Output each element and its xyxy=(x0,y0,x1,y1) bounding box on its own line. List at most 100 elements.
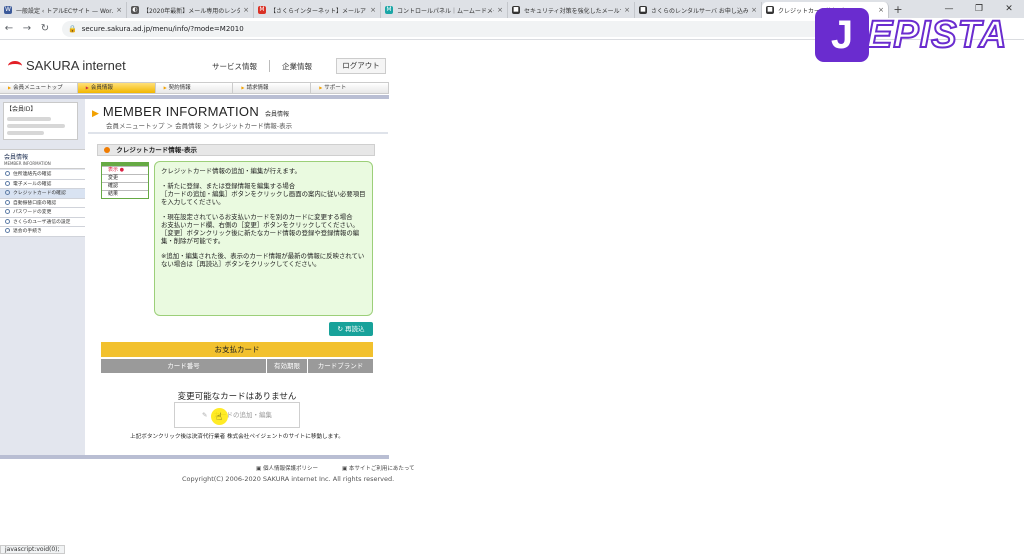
url-text: secure.sakura.ad.jp/menu/info/?mode=M201… xyxy=(81,24,244,33)
jepista-logo: J EPISTA xyxy=(815,8,1010,62)
terms-link[interactable]: ▣ 本サイトご利用にあたって xyxy=(342,464,427,472)
reload-icon[interactable]: ↻ xyxy=(36,23,54,34)
section-bullet-icon xyxy=(104,147,110,153)
browser-status-bar: javascript:void(0); xyxy=(0,545,65,554)
redacted-line xyxy=(7,117,51,121)
pencil-icon: ✎ xyxy=(201,411,208,419)
reload-button[interactable]: ↻ 再読込 xyxy=(329,322,373,336)
page-title-ja: 会員情報 xyxy=(265,111,290,118)
forward-icon[interactable]: → xyxy=(18,23,36,34)
sidebar-item-label: 退会の手続き xyxy=(13,229,42,234)
payment-card-title: お支払カード xyxy=(101,342,373,357)
tab-favicon-icon: W xyxy=(4,6,12,14)
info-box: クレジットカード情報の追加・編集が行えます。 ・新たに登録、または登録情報を編集… xyxy=(154,161,373,316)
sidebar-item-label: 住所連絡先の確認 xyxy=(13,172,52,177)
info-paragraph: ・現在設定されているお支払いカードを別のカードに変更する場合 お支払いカード欄、… xyxy=(161,213,360,245)
sidebar-item[interactable]: 電子メールの確認 xyxy=(0,179,85,189)
logo-initial: J xyxy=(815,8,869,62)
page-title-en: MEMBER INFORMATION xyxy=(102,104,260,119)
footer-rule xyxy=(0,455,389,459)
payment-card-table: お支払カード カード番号 有効期限 カードブランド xyxy=(101,342,373,373)
sidebar-item[interactable]: さくらのユーザ通信の設定 xyxy=(0,217,85,227)
sidebar-section-header: 会員情報 MEMBER INFORMATION xyxy=(0,149,85,169)
tab-favicon-icon: ■ xyxy=(766,6,774,14)
sidebar-item[interactable]: 住所連絡先の確認 xyxy=(0,170,85,180)
tab-close-icon[interactable]: × xyxy=(624,6,630,14)
add-edit-card-button[interactable]: ✎ カードの追加・編集 xyxy=(174,402,300,428)
service-info-link[interactable]: サービス情報 xyxy=(212,61,257,72)
tab-title: 【さくらインターネット】メールアドレスの… xyxy=(270,7,367,15)
sidebar-item-label: 電子メールの確認 xyxy=(13,181,52,187)
back-icon[interactable]: ← xyxy=(0,23,18,34)
tab-title: さくらのレンタルサーバ お申し込み xyxy=(651,7,749,15)
browser-tab[interactable]: W 一般設定 ‹ トアルECサイト — Wor… × xyxy=(0,2,127,18)
tab-title: 【2020年最新】メール専用のレンタル… xyxy=(143,7,240,15)
brand-name: SAKURA internet xyxy=(26,58,126,73)
step-change: 変更 xyxy=(102,174,148,182)
section-title: クレジットカード情報-表示 xyxy=(116,146,197,154)
url-field[interactable]: 🔒 secure.sakura.ad.jp/menu/info/?mode=M2… xyxy=(62,20,842,37)
gnav-member-top[interactable]: 会員メニュートップ xyxy=(0,83,78,93)
copyright: Copyright(C) 2006-2020 SAKURA internet I… xyxy=(182,475,395,483)
title-divider xyxy=(88,132,388,134)
page-title: ▶ MEMBER INFORMATION 会員情報 xyxy=(92,104,289,119)
browser-tab[interactable]: M コントロールパネル｜ムームードメイン × xyxy=(381,2,508,18)
sidebar-item[interactable]: 退会の手続き xyxy=(0,227,85,237)
tab-close-icon[interactable]: × xyxy=(751,6,757,14)
gnav-support[interactable]: サポート xyxy=(311,83,389,93)
member-id-box: 【会員ID】 xyxy=(3,102,78,140)
circle-bullet-icon xyxy=(5,218,10,224)
logout-button[interactable]: ログアウト xyxy=(336,58,386,74)
gnav-contract-info[interactable]: 契約情報 xyxy=(155,83,234,93)
circle-bullet-icon xyxy=(5,209,10,214)
footer-links: ▣ 個人情報保護ポリシー ▣ 本サイトご利用にあたって xyxy=(256,464,439,472)
redirect-note: 上記ボタンクリック後は決済代行業者 株式会社ペイジェントのサイトに移動します。 xyxy=(130,434,344,440)
tab-close-icon[interactable]: × xyxy=(497,6,503,14)
tab-favicon-icon: M xyxy=(385,6,393,14)
privacy-policy-link[interactable]: ▣ 個人情報保護ポリシー xyxy=(256,464,330,472)
tab-close-icon[interactable]: × xyxy=(370,6,376,14)
section-header: クレジットカード情報-表示 xyxy=(97,144,375,156)
global-nav: 会員メニュートップ 会員情報 契約情報 請求情報 サポート xyxy=(0,82,389,94)
tab-close-icon[interactable]: × xyxy=(116,6,122,14)
redacted-line xyxy=(7,124,66,128)
sidebar-item-label: 自動振替口座の確認 xyxy=(13,200,57,206)
info-paragraph: ※追加・編集された後、表示のカード情報が最新の情報に反映されていない場合は［再読… xyxy=(161,252,365,268)
sakura-logo-icon xyxy=(8,60,22,71)
circle-bullet-icon xyxy=(5,180,10,186)
header-divider xyxy=(269,60,270,72)
company-info-link[interactable]: 企業情報 xyxy=(282,61,312,72)
col-card-brand: カードブランド xyxy=(308,359,373,373)
step-display: 表示 ● xyxy=(102,166,148,174)
redacted-line xyxy=(7,131,44,135)
tab-favicon-icon: M xyxy=(258,6,266,14)
browser-tab[interactable]: ■ セキュリティ対策を強化したメールサ… × xyxy=(508,2,635,18)
payment-card-header-row: カード番号 有効期限 カードブランド xyxy=(101,359,373,373)
sidebar-item[interactable]: パスワードの変更 xyxy=(0,208,85,218)
logo-text: EPISTA xyxy=(866,13,1008,57)
gnav-billing-info[interactable]: 請求情報 xyxy=(233,83,312,93)
member-id-label: 【会員ID】 xyxy=(6,106,37,113)
sidebar: 【会員ID】 会員情報 MEMBER INFORMATION 住所連絡先の確認電… xyxy=(0,99,85,455)
browser-tab[interactable]: M 【さくらインターネット】メールアドレスの…× xyxy=(254,2,381,18)
refresh-icon: ↻ xyxy=(337,325,343,333)
tab-favicon-icon: ■ xyxy=(512,6,520,14)
header-links: サービス情報 企業情報 xyxy=(212,60,312,72)
tab-close-icon[interactable]: × xyxy=(243,6,249,14)
circle-bullet-icon xyxy=(5,190,10,195)
sidebar-section-subtitle: MEMBER INFORMATION xyxy=(4,161,51,166)
circle-bullet-icon xyxy=(5,199,10,205)
sidebar-item[interactable]: クレジットカードの確認 xyxy=(0,189,85,199)
tab-favicon-icon: ■ xyxy=(639,6,647,14)
sakura-logo[interactable]: SAKURA internet xyxy=(8,58,126,73)
circle-bullet-icon xyxy=(5,171,10,176)
gnav-member-info[interactable]: 会員情報 xyxy=(77,83,156,93)
browser-tab[interactable]: ■ さくらのレンタルサーバ お申し込み × xyxy=(635,2,762,18)
tab-favicon-icon: ◐ xyxy=(131,6,139,14)
lock-icon: 🔒 xyxy=(68,24,77,33)
hand-cursor-icon: ☝ xyxy=(216,412,223,423)
sidebar-item[interactable]: 自動振替口座の確認 xyxy=(0,198,85,208)
step-result: 結果 xyxy=(102,190,148,198)
info-paragraph: クレジットカード情報の追加・編集が行えます。 xyxy=(161,167,301,175)
browser-tab[interactable]: ◐ 【2020年最新】メール専用のレンタル…× xyxy=(127,2,254,18)
